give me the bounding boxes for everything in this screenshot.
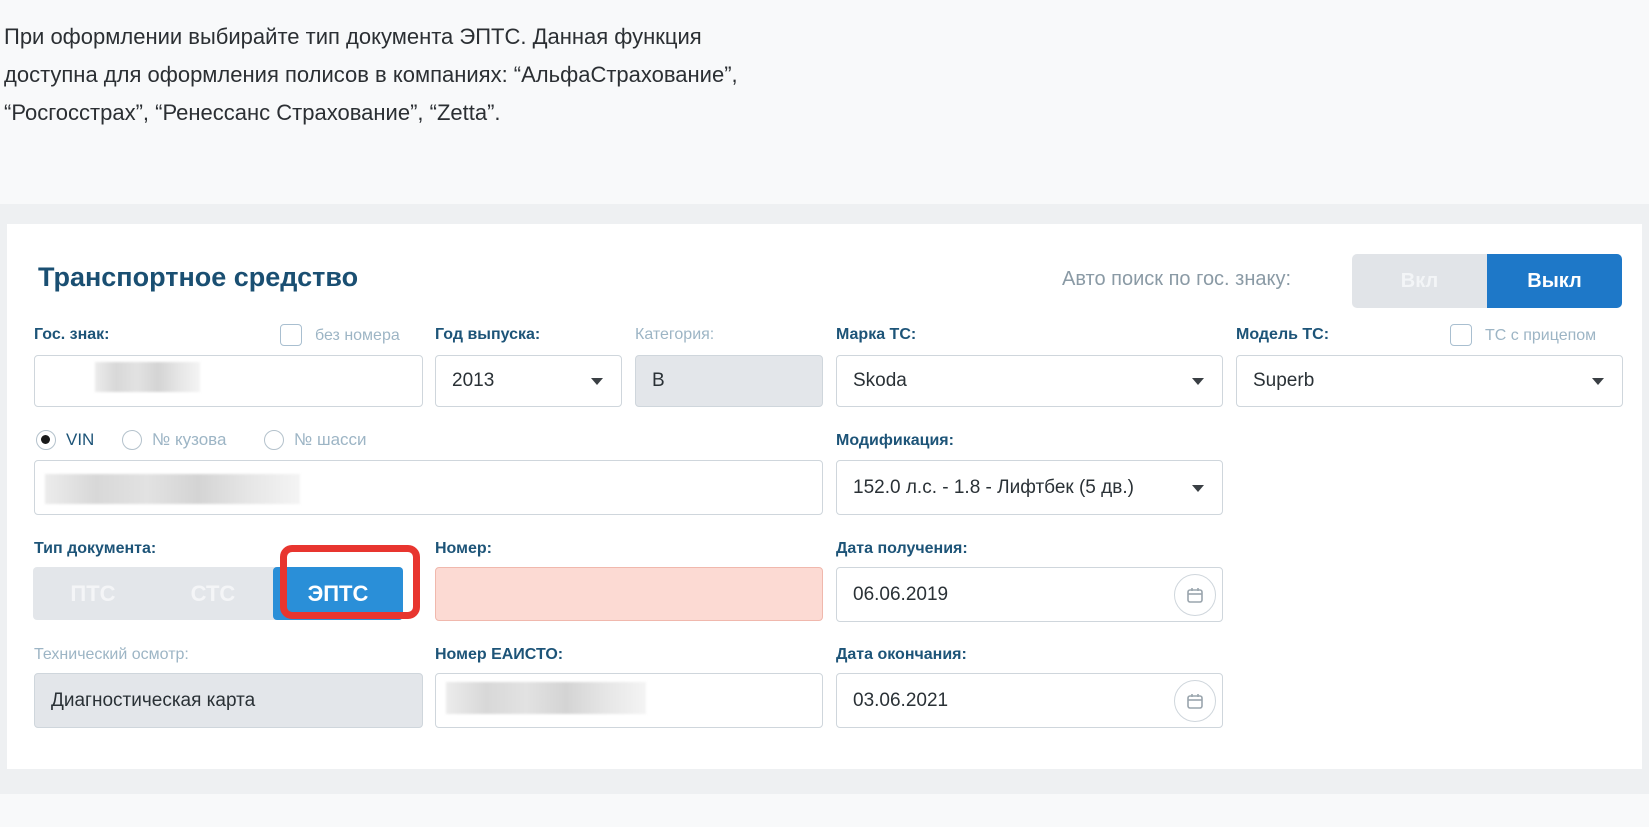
date-end-value: 03.06.2021: [853, 689, 949, 711]
year-label: Год выпуска:: [435, 326, 541, 343]
plate-redacted: [95, 362, 200, 392]
toggle-on-button[interactable]: Вкл: [1352, 254, 1487, 308]
date-received-input[interactable]: 06.06.2019: [836, 567, 1223, 622]
category-field: B: [635, 355, 823, 407]
intro-line-2: доступна для оформления полисов в компан…: [4, 62, 738, 87]
chevron-down-icon: [591, 378, 603, 385]
number-label: Номер:: [435, 540, 492, 557]
category-label: Категория:: [635, 326, 715, 343]
doc-type-sts-button[interactable]: СТС: [153, 567, 273, 620]
year-select[interactable]: 2013: [435, 355, 622, 407]
toggle-off-button[interactable]: Выкл: [1487, 254, 1622, 308]
inspection-value: Диагностическая карта: [51, 689, 256, 711]
modification-label: Модификация:: [836, 432, 954, 449]
calendar-icon[interactable]: [1174, 680, 1216, 722]
radio-chassis-number[interactable]: [264, 430, 284, 450]
year-value: 2013: [452, 370, 495, 391]
trailer-checkbox[interactable]: [1450, 324, 1472, 346]
section-title: Транспортное средство: [38, 262, 359, 292]
intro-line-1: При оформлении выбирайте тип документа Э…: [4, 24, 702, 49]
plate-label: Гос. знак:: [34, 326, 110, 343]
modification-value: 152.0 л.с. - 1.8 - Лифтбек (5 дв.): [853, 476, 1134, 498]
chevron-down-icon: [1592, 378, 1604, 385]
brand-select[interactable]: Skoda: [836, 355, 1223, 407]
auto-search-label: Авто поиск по гос. знаку:: [1062, 268, 1292, 290]
brand-label: Марка ТС:: [836, 326, 917, 343]
modification-select[interactable]: 152.0 л.с. - 1.8 - Лифтбек (5 дв.): [836, 460, 1223, 515]
date-received-value: 06.06.2019: [853, 583, 949, 605]
inspection-label: Технический осмотр:: [34, 646, 189, 663]
vin-redacted: [45, 474, 300, 504]
eaisto-redacted: [446, 682, 646, 714]
document-number-input[interactable]: [435, 567, 823, 621]
eaisto-label: Номер ЕАИСТО:: [435, 646, 564, 663]
eaisto-number-input[interactable]: [435, 673, 823, 728]
inspection-field: Диагностическая карта: [34, 673, 423, 728]
chevron-down-icon: [1192, 485, 1204, 492]
intro-line-3: “Росгосстрах”, “Ренессанс Страхование”, …: [4, 100, 501, 125]
model-label: Модель ТС:: [1236, 326, 1330, 343]
radio-vin-label: VIN: [66, 430, 95, 449]
no-plate-label: без номера: [315, 327, 400, 344]
chevron-down-icon: [1192, 378, 1204, 385]
date-end-label: Дата окончания:: [836, 646, 967, 663]
model-value: Superb: [1253, 370, 1315, 391]
model-select[interactable]: Superb: [1236, 355, 1623, 407]
calendar-icon[interactable]: [1174, 574, 1216, 616]
brand-value: Skoda: [853, 370, 907, 391]
intro-text: При оформлении выбирайте тип документа Э…: [4, 18, 884, 132]
trailer-label: ТС с прицепом: [1485, 327, 1597, 344]
vin-input[interactable]: [34, 460, 823, 515]
no-plate-checkbox[interactable]: [280, 324, 302, 346]
radio-body-label: № кузова: [152, 430, 227, 449]
date-received-label: Дата получения:: [836, 540, 968, 557]
radio-body-number[interactable]: [122, 430, 142, 450]
category-value: B: [652, 370, 665, 391]
date-end-input[interactable]: 03.06.2021: [836, 673, 1223, 728]
auto-search-toggle: Вкл Выкл: [1352, 254, 1622, 308]
epts-highlight-frame: [280, 545, 420, 619]
radio-vin[interactable]: [36, 430, 56, 450]
doc-type-label: Тип документа:: [34, 540, 157, 557]
doc-type-pts-button[interactable]: ПТС: [33, 567, 153, 620]
plate-input[interactable]: [34, 355, 423, 407]
radio-chassis-label: № шасси: [294, 430, 367, 449]
